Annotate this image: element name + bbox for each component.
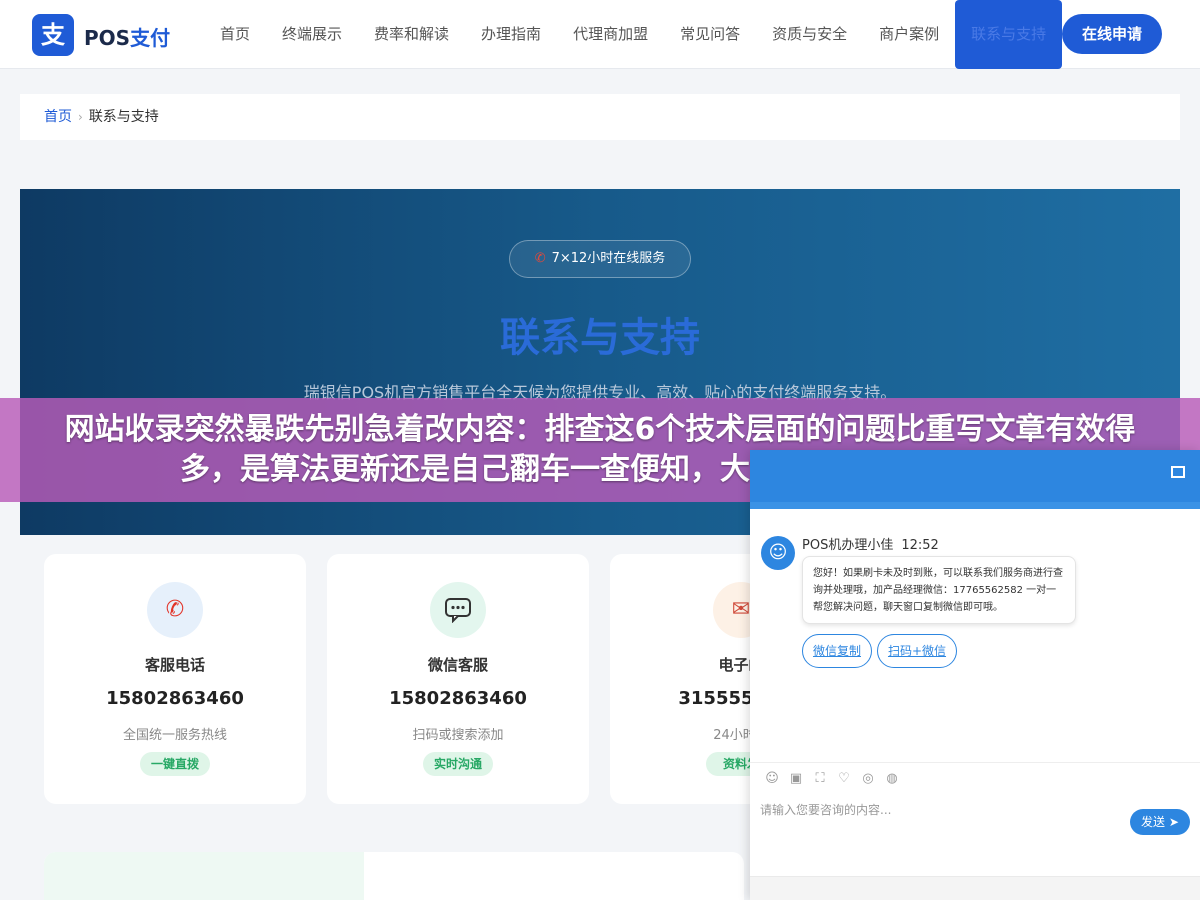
message-time: 12:52 <box>901 538 939 553</box>
breadcrumb-separator: › <box>78 110 83 124</box>
call-now-button[interactable]: 一键直拨 <box>140 752 210 776</box>
nav-contact[interactable]: 联系与支持 <box>955 0 1063 69</box>
emoji-icon[interactable]: ◎ <box>856 770 880 788</box>
card-title: 微信客服 <box>427 656 488 674</box>
nav-guide[interactable]: 办理指南 <box>465 0 557 69</box>
card-description: 全国统一服务热线 <box>122 728 227 743</box>
minimize-icon[interactable] <box>1171 466 1185 478</box>
chat-footer <box>750 876 1200 900</box>
like-icon[interactable]: ♡ <box>832 770 856 788</box>
chat-header <box>750 450 1200 509</box>
send-label: 发送 <box>1141 815 1166 829</box>
nav-home[interactable]: 首页 <box>204 0 266 69</box>
breadcrumb-home-link[interactable]: 首页 <box>44 109 72 125</box>
agent-name: POS机办理小佳 <box>802 538 894 553</box>
lower-panel-left <box>44 852 364 900</box>
nav-agent[interactable]: 代理商加盟 <box>557 0 664 69</box>
chat-header-strip <box>750 502 1200 509</box>
card-description: 扫码或搜索添加 <box>412 728 504 743</box>
chat-icon <box>430 582 486 638</box>
wechat-icon[interactable]: ◍ <box>880 770 904 788</box>
nav-cases[interactable]: 商户案例 <box>863 0 955 69</box>
card-number: 15802863460 <box>389 688 527 709</box>
agent-avatar: ☺ <box>761 536 795 570</box>
card-title: 客服电话 <box>144 656 205 674</box>
chat-now-button[interactable]: 实时沟通 <box>423 752 493 776</box>
breadcrumb: 首页 › 联系与支持 <box>20 94 1180 140</box>
logo-mark[interactable]: 支 <box>32 14 74 56</box>
screenshot-icon[interactable]: ⛶ <box>808 770 832 788</box>
lower-panel <box>44 852 744 900</box>
nav-rates[interactable]: 费率和解读 <box>358 0 465 69</box>
smile-icon[interactable]: ☺ <box>760 770 784 788</box>
contact-card-phone: ✆ 客服电话 15802863460 全国统一服务热线 一键直拨 <box>44 554 306 804</box>
phone-icon: ✆ <box>147 582 203 638</box>
nav-security[interactable]: 资质与安全 <box>756 0 863 69</box>
service-hours-badge: ✆ 7×12小时在线服务 <box>509 240 691 278</box>
agent-meta: POS机办理小佳 12:52 <box>802 534 939 553</box>
apply-online-button[interactable]: 在线申请 <box>1062 14 1162 54</box>
scan-wechat-button[interactable]: 扫码+微信 <box>877 634 957 668</box>
breadcrumb-current: 联系与支持 <box>88 109 159 125</box>
send-button[interactable]: 发送 ➤ <box>1130 809 1190 835</box>
phone-icon: ✆ <box>534 251 546 266</box>
hero-title: 联系与支持 <box>500 315 700 361</box>
site-header: 支 POS支付 首页 终端展示 费率和解读 办理指南 代理商加盟 常见问答 资质… <box>0 0 1200 69</box>
logo-text-pay: 支付 <box>130 26 171 50</box>
main-nav: 首页 终端展示 费率和解读 办理指南 代理商加盟 常见问答 资质与安全 商户案例… <box>204 0 1063 69</box>
copy-wechat-button[interactable]: 微信复制 <box>802 634 872 668</box>
chat-message-input[interactable] <box>760 800 1120 820</box>
logo-text[interactable]: POS支付 <box>84 22 170 51</box>
logo-text-pos: POS <box>84 26 131 50</box>
nav-terminals[interactable]: 终端展示 <box>266 0 358 69</box>
image-icon[interactable]: ▣ <box>784 770 808 788</box>
contact-card-wechat: 微信客服 15802863460 扫码或搜索添加 实时沟通 <box>327 554 589 804</box>
nav-faq[interactable]: 常见问答 <box>664 0 756 69</box>
chat-divider <box>750 762 1200 763</box>
chat-widget: ☺ POS机办理小佳 12:52 您好！如果刷卡未及时到账，可以联系我们服务商进行… <box>750 450 1200 900</box>
card-number: 15802863460 <box>106 688 244 709</box>
agent-message: 您好！如果刷卡未及时到账，可以联系我们服务商进行查询并处理哦，加产品经理微信：1… <box>802 556 1076 624</box>
chat-toolbar: ☺ ▣ ⛶ ♡ ◎ ◍ <box>760 770 904 788</box>
service-hours-text: 7×12小时在线服务 <box>551 251 666 266</box>
